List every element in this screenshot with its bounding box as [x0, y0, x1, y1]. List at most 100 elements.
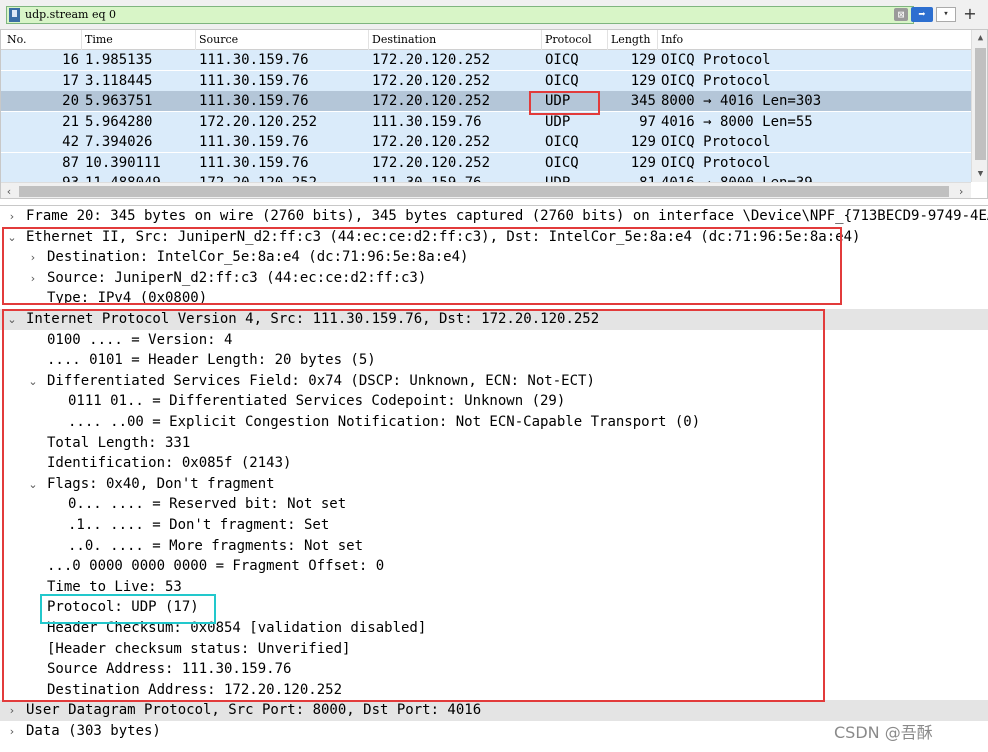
detail-text: Total Length: 331: [47, 434, 191, 451]
detail-tree-item[interactable]: Header Checksum: 0x0854 [validation disa…: [0, 618, 988, 639]
detail-tree-item[interactable]: .1.. .... = Don't fragment: Set: [0, 515, 988, 536]
detail-text: Internet Protocol Version 4, Src: 111.30…: [26, 311, 600, 327]
packet-protocol: UDP: [545, 113, 571, 130]
table-row[interactable]: 87 10.390111 111.30.159.76 172.20.120.252 OI…: [1, 152, 971, 173]
detail-text: Differentiated Services Field: 0x74 (DSC…: [47, 372, 595, 389]
detail-text: User Datagram Protocol, Src Port: 8000, …: [26, 702, 482, 719]
detail-tree-item[interactable]: 0111 01.. = Differentiated Services Code…: [0, 391, 988, 412]
detail-tree-item[interactable]: › Destination: IntelCor_5e:8a:e4 (dc:71:9…: [0, 247, 988, 268]
detail-tree-item[interactable]: › User Datagram Protocol, Src Port: 8000,…: [0, 700, 988, 722]
detail-text: .... ..00 = Explicit Congestion Notifica…: [68, 414, 701, 430]
detail-text: 0111 01.. = Differentiated Services Code…: [68, 393, 566, 410]
collapsed-chevron-icon[interactable]: ›: [27, 247, 39, 268]
detail-text: [Header checksum status: Unverified]: [47, 640, 351, 657]
detail-text: Time to Live: 53: [47, 578, 182, 595]
detail-tree-item[interactable]: › Frame 20: 345 bytes on wire (2760 bits)…: [0, 206, 988, 227]
detail-tree-item[interactable]: Total Length: 331: [0, 433, 988, 454]
detail-tree-item[interactable]: Time to Live: 53: [0, 577, 988, 598]
detail-tree-item[interactable]: ⌄ Differentiated Services Field: 0x74 (DS…: [0, 371, 988, 392]
expanded-chevron-icon[interactable]: ⌄: [27, 371, 39, 392]
packet-info: OICQ Protocol: [661, 134, 771, 150]
packet-list-vertical-scrollbar[interactable]: ▲ ▼: [971, 30, 987, 182]
detail-text: Header Checksum: 0x0854 [validation disa…: [47, 620, 427, 636]
detail-tree-item[interactable]: 0100 .... = Version: 4: [0, 330, 988, 351]
detail-text: Data (303 bytes): [26, 723, 161, 739]
packet-info: OICQ Protocol: [661, 154, 771, 171]
detail-tree-item[interactable]: Identification: 0x085f (2143): [0, 453, 988, 474]
packet-source: 111.30.159.76: [199, 72, 309, 89]
detail-tree-item[interactable]: .... ..00 = Explicit Congestion Notifica…: [0, 412, 988, 433]
clear-filter-icon[interactable]: ⊠: [894, 8, 908, 21]
detail-tree-item[interactable]: [Header checksum status: Unverified]: [0, 639, 988, 660]
apply-filter-icon[interactable]: ➡: [911, 7, 933, 22]
display-filter-input[interactable]: udp.stream eq 0: [6, 6, 914, 24]
detail-tree-item[interactable]: ⌄ Internet Protocol Version 4, Src: 111.3…: [0, 309, 988, 330]
detail-tree-item[interactable]: Type: IPv4 (0x0800): [0, 288, 988, 309]
detail-text: Identification: 0x085f (2143): [47, 455, 292, 472]
detail-tree-item[interactable]: Protocol: UDP (17): [0, 597, 988, 618]
packet-destination: 172.20.120.252: [372, 72, 491, 89]
packet-list-header: No. Time Source Destination Protocol Len…: [1, 30, 971, 50]
packet-time: 5.964280: [85, 113, 153, 130]
packet-protocol: OICQ: [545, 72, 579, 89]
packet-source: 111.30.159.76: [199, 52, 309, 68]
table-row[interactable]: 42 7.394026 111.30.159.76 172.20.120.252 OIC…: [1, 132, 971, 152]
packet-destination: 172.20.120.252: [372, 93, 491, 109]
column-header-destination[interactable]: Destination: [372, 32, 436, 47]
packet-length: 129: [630, 154, 656, 171]
detail-tree-item[interactable]: ..0. .... = More fragments: Not set: [0, 536, 988, 557]
column-header-time[interactable]: Time: [85, 32, 113, 47]
detail-text: ..0. .... = More fragments: Not set: [68, 537, 364, 554]
packet-info: OICQ Protocol: [661, 52, 771, 68]
packet-length: 129: [630, 72, 656, 89]
detail-text: Source Address: 111.30.159.76: [47, 661, 292, 678]
detail-tree-item[interactable]: ...0 0000 0000 0000 = Fragment Offset: 0: [0, 556, 988, 577]
packet-no: 17: [62, 72, 79, 89]
column-header-length[interactable]: Length: [611, 32, 650, 47]
collapsed-chevron-icon[interactable]: ›: [6, 206, 18, 227]
filter-text: udp.stream eq 0: [25, 8, 117, 21]
table-row[interactable]: 20 5.963751 111.30.159.76 172.20.120.252 UDP…: [1, 91, 971, 111]
expanded-chevron-icon[interactable]: ⌄: [6, 309, 18, 330]
detail-text: ...0 0000 0000 0000 = Fragment Offset: 0: [47, 558, 385, 575]
column-header-source[interactable]: Source: [199, 32, 238, 47]
detail-tree-item[interactable]: Source Address: 111.30.159.76: [0, 659, 988, 680]
add-filter-button-icon[interactable]: +: [962, 5, 978, 23]
detail-text: 0... .... = Reserved bit: Not set: [68, 496, 347, 513]
packet-list-pane: No. Time Source Destination Protocol Len…: [0, 29, 988, 199]
packet-source: 111.30.159.76: [199, 134, 309, 150]
packet-list-horizontal-scrollbar[interactable]: ‹ ›: [1, 182, 971, 198]
detail-tree-item[interactable]: Destination Address: 172.20.120.252: [0, 680, 988, 701]
table-row[interactable]: 16 1.985135 111.30.159.76 172.20.120.252 OIC…: [1, 50, 971, 70]
packet-time: 3.118445: [85, 72, 153, 89]
collapsed-chevron-icon[interactable]: ›: [27, 268, 39, 289]
packet-protocol: UDP: [545, 93, 571, 109]
detail-tree-item[interactable]: ⌄ Flags: 0x40, Don't fragment: [0, 474, 988, 495]
collapsed-chevron-icon[interactable]: ›: [6, 700, 18, 721]
column-header-protocol[interactable]: Protocol: [545, 32, 592, 47]
detail-text: .... 0101 = Header Length: 20 bytes (5): [47, 352, 376, 369]
detail-tree-item[interactable]: › Source: JuniperN_d2:ff:c3 (44:ec:ce:d2:…: [0, 268, 988, 289]
expanded-chevron-icon[interactable]: ⌄: [27, 474, 39, 495]
packet-no: 16: [62, 52, 79, 68]
expanded-chevron-icon[interactable]: ⌄: [6, 227, 18, 248]
packet-no: 21: [62, 113, 79, 130]
bookmark-icon[interactable]: [9, 8, 20, 22]
detail-text: Source: JuniperN_d2:ff:c3 (44:ec:ce:d2:f…: [47, 269, 427, 286]
packet-protocol: OICQ: [545, 52, 579, 68]
column-header-no[interactable]: No.: [7, 32, 27, 47]
table-row[interactable]: 17 3.118445 111.30.159.76 172.20.120.252 OIC…: [1, 70, 971, 91]
detail-tree-item[interactable]: .... 0101 = Header Length: 20 bytes (5): [0, 350, 988, 371]
display-filter-toolbar: udp.stream eq 0 ⊠ ➡ ▾ +: [0, 0, 988, 29]
packet-length: 129: [630, 52, 656, 68]
packet-time: 7.394026: [85, 134, 153, 150]
filter-history-dropdown-icon[interactable]: ▾: [936, 7, 956, 22]
collapsed-chevron-icon[interactable]: ›: [6, 721, 18, 742]
column-header-info[interactable]: Info: [661, 32, 683, 47]
detail-text: Flags: 0x40, Don't fragment: [47, 475, 275, 492]
detail-tree-item[interactable]: 0... .... = Reserved bit: Not set: [0, 494, 988, 515]
detail-text: Destination Address: 172.20.120.252: [47, 681, 343, 698]
table-row[interactable]: 21 5.964280 172.20.120.252 111.30.159.76 UDP…: [1, 111, 971, 132]
packet-source: 111.30.159.76: [199, 154, 309, 171]
detail-tree-item[interactable]: ⌄ Ethernet II, Src: JuniperN_d2:ff:c3 (44…: [0, 227, 988, 248]
